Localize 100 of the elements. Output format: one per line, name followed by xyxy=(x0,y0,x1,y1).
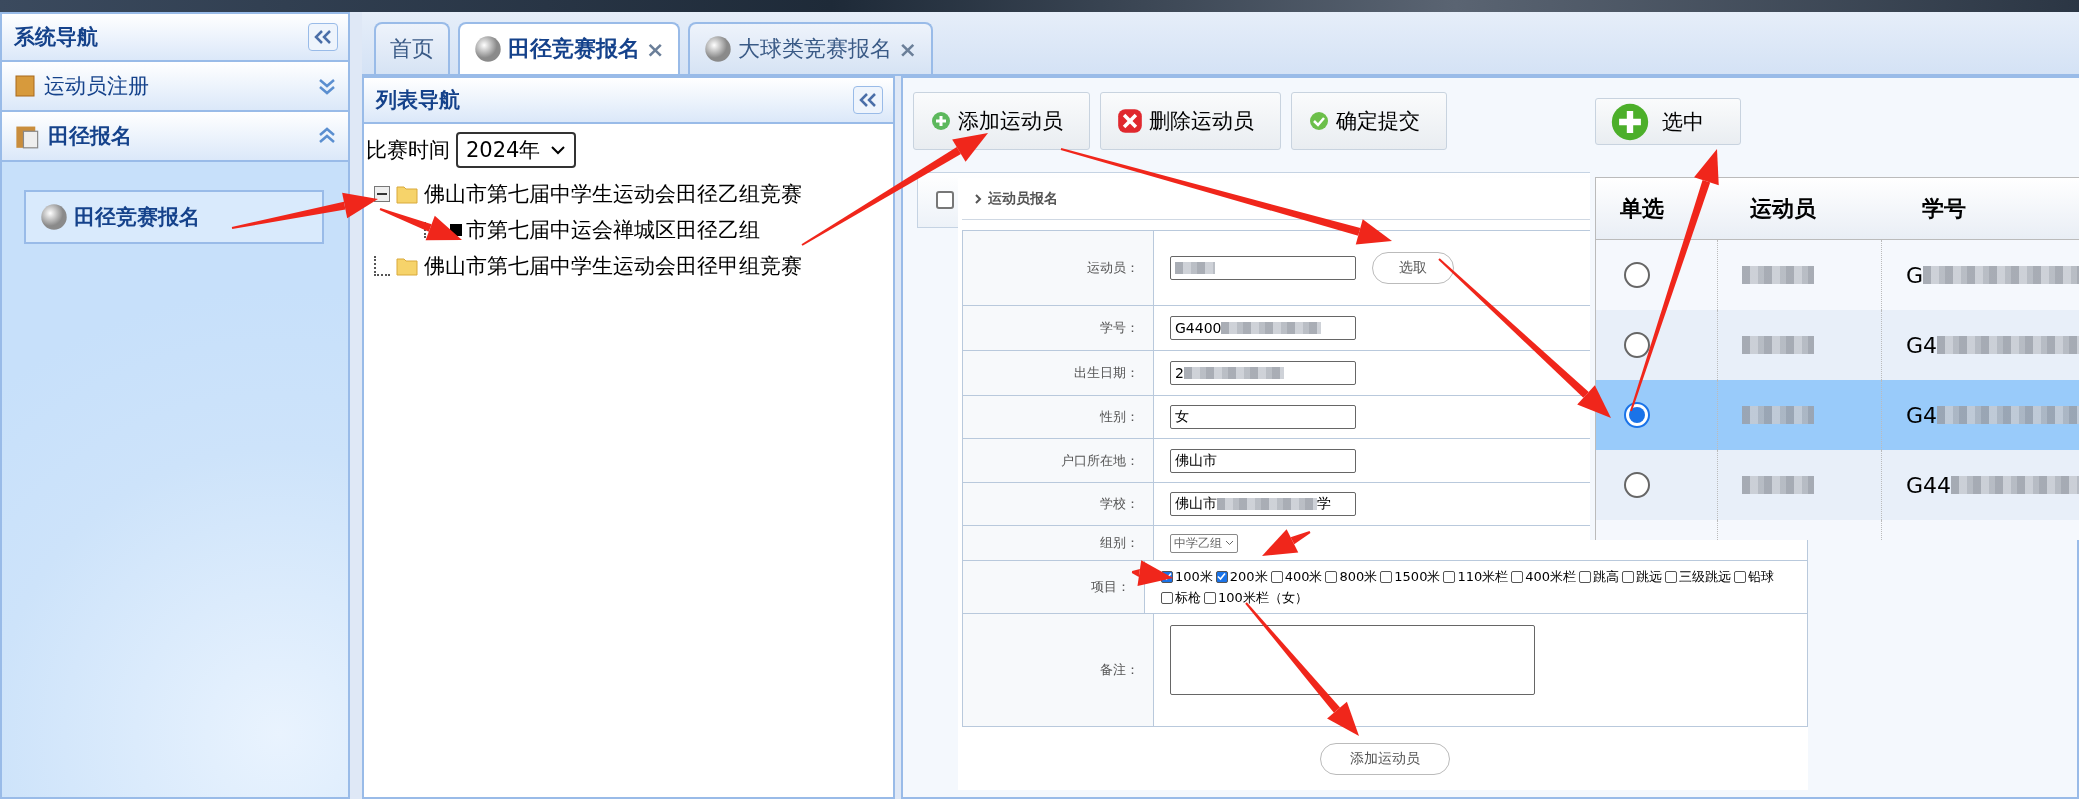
field-label: 性别： xyxy=(1100,408,1139,426)
redacted-text xyxy=(1742,476,1814,494)
field-label: 出生日期： xyxy=(1074,364,1139,382)
radio-button[interactable] xyxy=(1624,402,1650,428)
field-label: 户口所在地： xyxy=(1061,451,1139,470)
field-label: 项目： xyxy=(1091,578,1130,596)
tree-item[interactable]: 佛山市第七届中学生运动会田径甲组竞赛 xyxy=(424,252,802,280)
event-label: 三级跳远 xyxy=(1679,568,1732,586)
add-athlete-button[interactable]: 添加运动员 xyxy=(1320,743,1450,775)
breadcrumb: 运动员报名 xyxy=(988,189,1058,208)
sphere-icon xyxy=(40,203,68,231)
checkbox[interactable] xyxy=(1665,570,1678,583)
text-field[interactable] xyxy=(1170,256,1356,280)
event-label: 跳远 xyxy=(1636,568,1663,586)
event-label: 400米 xyxy=(1284,568,1323,586)
redacted-text xyxy=(1742,406,1814,424)
event-label: 标枪 xyxy=(1175,589,1201,607)
collapse-icon[interactable] xyxy=(858,92,878,108)
tree-item[interactable]: 市第七届中运会禅城区田径乙组 xyxy=(466,216,760,244)
collapse-toggle[interactable] xyxy=(374,186,390,202)
event-label: 400米栏 xyxy=(1525,568,1577,586)
toolbar-button[interactable]: 删除运动员 xyxy=(1100,92,1281,150)
close-icon xyxy=(1117,108,1143,134)
checkbox[interactable] xyxy=(1325,570,1338,583)
chevron-right-icon xyxy=(974,193,982,204)
checkbox[interactable] xyxy=(1204,591,1216,604)
accordion-header[interactable]: 田径报名 xyxy=(2,112,348,162)
folder-icon xyxy=(394,183,420,205)
table-cell: G4 xyxy=(1906,402,1938,428)
checkbox[interactable] xyxy=(1161,591,1173,604)
checkbox[interactable] xyxy=(936,191,954,209)
checkbox[interactable] xyxy=(1622,570,1635,583)
collapse-button[interactable] xyxy=(853,86,883,114)
checkbox[interactable] xyxy=(1215,570,1228,583)
annotation-arrow xyxy=(1262,529,1311,556)
event-label: 800米 xyxy=(1339,568,1378,586)
tab[interactable]: 田径竞赛报名 × xyxy=(458,22,681,74)
event-label: 110米栏 xyxy=(1457,568,1509,586)
column-header: 学号 xyxy=(1922,194,1966,223)
select-button[interactable]: 选中 xyxy=(1595,98,1741,145)
box-icon xyxy=(14,72,36,100)
notes-field[interactable] xyxy=(1170,625,1535,695)
event-label: 200米 xyxy=(1229,568,1268,586)
nav-item[interactable]: 田径竞赛报名 xyxy=(24,190,324,244)
redacted-text xyxy=(1742,336,1814,354)
radio-button[interactable] xyxy=(1624,472,1650,498)
table-row[interactable]: G4 xyxy=(1596,310,2079,380)
collapse-button[interactable] xyxy=(308,23,338,51)
group-select[interactable]: 中学乙组 xyxy=(1170,533,1238,553)
checkbox[interactable] xyxy=(1270,570,1283,583)
text-field[interactable]: 女 xyxy=(1170,405,1356,429)
tree-item[interactable]: 佛山市第七届中学生运动会田径乙组竞赛 xyxy=(424,180,802,208)
caret-icon[interactable] xyxy=(550,145,567,155)
table-row[interactable]: G4 xyxy=(1596,380,2079,450)
table-cell: G xyxy=(1906,262,1924,288)
folder-icon xyxy=(394,255,420,277)
event-label: 100米栏（女） xyxy=(1218,589,1308,607)
toolbar-button[interactable]: 添加运动员 xyxy=(913,92,1090,150)
year-select[interactable]: 2024年 xyxy=(456,132,577,168)
plus-icon xyxy=(930,110,952,132)
sphere-icon xyxy=(474,35,502,63)
radio-button[interactable] xyxy=(1624,262,1650,288)
field-label: 学号： xyxy=(1100,319,1139,337)
event-label: 1500米 xyxy=(1394,568,1441,586)
event-label: 铅球 xyxy=(1748,568,1775,586)
sphere-icon xyxy=(704,35,733,63)
field-label: 组别： xyxy=(1100,534,1139,552)
checkbox[interactable] xyxy=(1443,570,1456,583)
pick-button[interactable]: 选取 xyxy=(1372,252,1454,284)
table-row[interactable]: G44 xyxy=(1596,450,2079,520)
field-label: 备注： xyxy=(1100,661,1139,679)
tab[interactable]: 首页 xyxy=(374,22,450,74)
checkbox[interactable] xyxy=(1380,570,1393,583)
filter-label: 比赛时间 xyxy=(366,137,450,164)
text-field[interactable]: 2 xyxy=(1170,361,1356,385)
check-icon xyxy=(1308,110,1330,132)
column-header: 运动员 xyxy=(1750,194,1816,223)
event-label: 跳高 xyxy=(1593,568,1620,586)
field-label: 学校： xyxy=(1100,495,1139,513)
collapse-icon[interactable] xyxy=(313,29,333,45)
panel-title: 系统导航 xyxy=(14,24,98,51)
text-field[interactable]: 佛山市 xyxy=(1170,448,1356,473)
panel-title: 列表导航 xyxy=(376,87,460,114)
checkbox[interactable] xyxy=(1734,570,1747,583)
redacted-text xyxy=(1742,266,1814,284)
toolbar-button[interactable]: 确定提交 xyxy=(1291,92,1447,150)
radio-button[interactable] xyxy=(1624,332,1650,358)
tab[interactable]: 大球类竞赛报名 × xyxy=(688,22,933,74)
table-cell: G44 xyxy=(1906,472,1952,498)
checkbox[interactable] xyxy=(1511,570,1524,583)
accordion-header[interactable]: 运动员注册 xyxy=(2,62,348,112)
annotation-arrow xyxy=(1131,560,1173,586)
field-label: 运动员： xyxy=(1087,259,1139,277)
event-label: 100米 xyxy=(1175,568,1213,586)
text-field[interactable]: G4400 xyxy=(1170,316,1356,340)
text-field[interactable]: 佛山市 学 xyxy=(1170,492,1356,516)
plus-icon xyxy=(1610,101,1650,142)
column-header: 单选 xyxy=(1620,194,1664,223)
table-cell: G4 xyxy=(1906,332,1938,358)
checkbox[interactable] xyxy=(1579,570,1592,583)
